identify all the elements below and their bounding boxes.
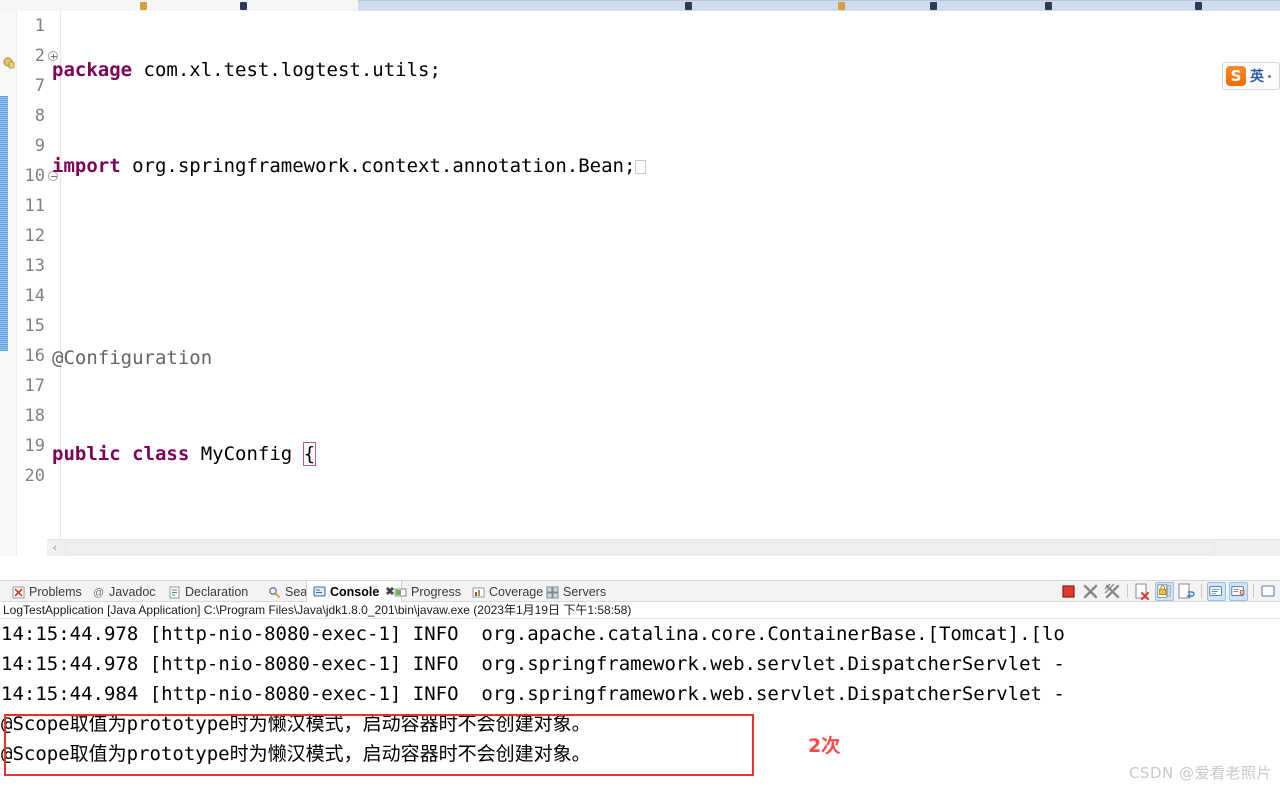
code-line-8[interactable]: @Configuration	[47, 343, 1280, 373]
tab-label: Console	[330, 584, 380, 599]
problems-icon	[12, 586, 25, 599]
line-number-19: 19	[24, 436, 45, 456]
code-line-2[interactable]: import org.springframework.context.annot…	[47, 151, 1280, 181]
keyword-class: class	[132, 443, 190, 465]
line-number-10: 10	[24, 166, 45, 186]
display-console-button[interactable]	[1229, 581, 1248, 601]
code-line-1[interactable]: package com.xl.test.logtest.utils;	[47, 55, 1280, 85]
pin-console-button[interactable]	[1207, 581, 1226, 601]
tab-label: Servers	[563, 585, 607, 599]
ime-separator-dot	[1268, 74, 1271, 78]
bottom-view-panel: Problems @ Javadoc Declaration Search Console…	[0, 580, 1280, 792]
clear-console-button[interactable]	[1133, 582, 1152, 601]
line-number-12: 12	[24, 226, 45, 246]
editor-horizontal-scrollbar[interactable]: ‹	[47, 539, 1280, 556]
line-number-16: 16	[24, 346, 45, 366]
console-line-2: 14:15:44.978 [http-nio-8080-exec-1] INFO…	[1, 653, 1065, 675]
tab-icon-6	[1045, 2, 1052, 10]
tab-problems[interactable]: Problems	[6, 581, 88, 603]
toolbar-separator-1	[1127, 584, 1128, 598]
matching-brace: {	[302, 442, 317, 466]
tab-icon-4	[838, 2, 845, 10]
tab-progress[interactable]: Progress	[388, 581, 467, 603]
eclipse-ide-window: 1 2 7 8 9 10 11 12 13 14 15 16 17 18 19 20 package com.…	[0, 0, 1280, 792]
line-number-18: 18	[24, 406, 45, 426]
line-number-17: 17	[24, 376, 45, 396]
warning-marker-icon[interactable]	[3, 57, 15, 69]
line-number-2: 2	[34, 46, 45, 66]
scroll-lock-button[interactable]	[1155, 581, 1174, 601]
line-number-7: 7	[34, 76, 45, 96]
line-number-1: 1	[34, 16, 45, 36]
open-console-menu-button[interactable]	[1259, 582, 1278, 601]
code-line-9[interactable]: public class MyConfig {	[47, 439, 1280, 469]
line-number-11: 11	[24, 196, 45, 216]
run-configuration-info: LogTestApplication [Java Application] C:…	[0, 602, 1280, 619]
tab-coverage[interactable]: Coverage	[466, 581, 549, 603]
coverage-icon	[472, 586, 485, 599]
active-editor-tab[interactable]	[358, 0, 1280, 11]
line-number-14: 14	[24, 286, 45, 306]
console-line-5: @Scope取值为prototype时为懒汉模式，启动容器时不会创建对象。	[1, 743, 591, 765]
tab-javadoc[interactable]: @ Javadoc	[86, 581, 162, 603]
progress-icon	[394, 586, 407, 599]
console-output[interactable]: 14:15:44.978 [http-nio-8080-exec-1] INFO…	[0, 619, 1280, 792]
line-number-15: 15	[24, 316, 45, 336]
tab-servers[interactable]: Servers	[540, 581, 612, 603]
tab-declaration[interactable]: Declaration	[162, 581, 254, 603]
tab-icon-3	[685, 2, 692, 10]
line-number-8: 8	[34, 106, 45, 126]
sogou-ime-toolbar[interactable]: S 英	[1222, 62, 1280, 90]
tab-icon-1	[140, 2, 147, 10]
servers-icon	[546, 586, 559, 599]
tab-label: Declaration	[185, 585, 249, 599]
declaration-icon	[168, 586, 181, 599]
toolbar-separator-2	[1201, 584, 1202, 598]
console-line-4: @Scope取值为prototype时为懒汉模式，启动容器时不会创建对象。	[1, 713, 591, 735]
javadoc-icon: @	[92, 586, 105, 599]
console-line-3: 14:15:44.984 [http-nio-8080-exec-1] INFO…	[1, 683, 1065, 705]
code-line-7[interactable]	[47, 247, 1280, 277]
word-wrap-button[interactable]	[1177, 582, 1196, 601]
sogou-logo-icon[interactable]: S	[1226, 66, 1246, 86]
tab-label: Coverage	[489, 585, 544, 599]
terminate-button[interactable]	[1059, 582, 1078, 601]
tab-label: Javadoc	[109, 585, 156, 599]
tab-label: Progress	[411, 585, 462, 599]
ime-language-mode[interactable]: 英	[1250, 66, 1264, 86]
console-icon	[313, 585, 326, 598]
console-line-1: 14:15:44.978 [http-nio-8080-exec-1] INFO…	[1, 623, 1065, 645]
toolbar-separator-3	[1253, 584, 1254, 598]
console-toolbar[interactable]	[1059, 581, 1278, 601]
tab-icon-7	[1195, 2, 1202, 10]
change-bar	[0, 96, 8, 351]
scrollbar-thumb[interactable]	[65, 542, 1215, 555]
editor-line-numbers: 1 2 7 8 9 10 11 12 13 14 15 16 17 18 19 20	[17, 11, 47, 556]
csdn-watermark: CSDN @爱看老照片	[1128, 764, 1272, 782]
editor-tab-strip[interactable]	[0, 0, 1280, 11]
collapsed-imports-icon[interactable]	[635, 160, 647, 174]
tab-icon-2	[240, 2, 247, 10]
code-line-2-rest: org.springframework.context.annotation.B…	[120, 155, 636, 177]
java-source-editor[interactable]: 1 2 7 8 9 10 11 12 13 14 15 16 17 18 19 20 package com.…	[0, 11, 1280, 556]
line-number-13: 13	[24, 256, 45, 276]
keyword-import: import	[52, 155, 121, 177]
remove-all-terminated-button[interactable]	[1103, 582, 1122, 601]
tab-icon-5	[930, 2, 937, 10]
tab-label: Problems	[29, 585, 82, 599]
code-line-1-rest: com.xl.test.logtest.utils;	[132, 59, 441, 81]
svg-text:@: @	[93, 587, 104, 599]
keyword-package: package	[52, 59, 133, 81]
annotation-configuration: @Configuration	[52, 347, 213, 369]
keyword-public: public	[52, 443, 121, 465]
editor-code-area[interactable]: package com.xl.test.logtest.utils; impor…	[47, 11, 1280, 556]
line-number-9: 9	[34, 136, 45, 156]
scroll-left-icon[interactable]: ‹	[53, 543, 57, 554]
class-name-myconfig: MyConfig	[189, 443, 304, 465]
remove-launch-button[interactable]	[1081, 582, 1100, 601]
annotation-count-label: 2次	[808, 735, 841, 757]
search-icon	[268, 586, 281, 599]
editor-marker-gutter[interactable]	[0, 11, 17, 556]
line-number-20: 20	[24, 466, 45, 486]
